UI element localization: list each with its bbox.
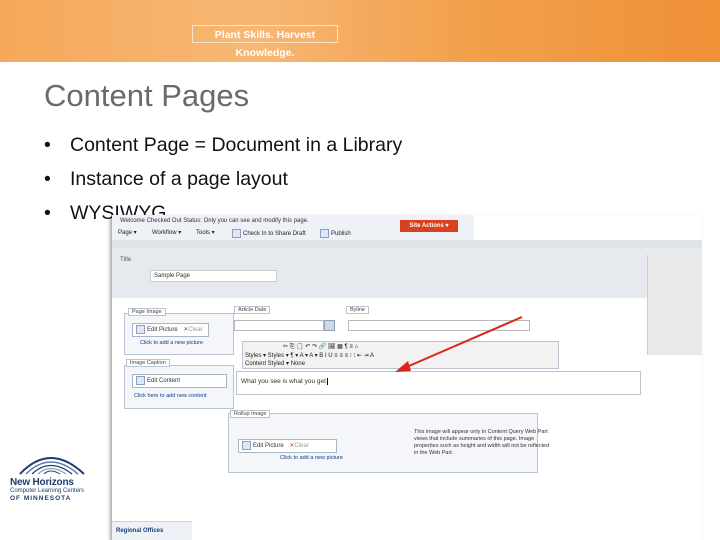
- bullet-item: Content Page = Document in a Library: [44, 133, 402, 167]
- tagline: Plant Skills. Harvest Knowledge.: [192, 25, 338, 59]
- bullet-item: Instance of a page layout: [44, 167, 402, 201]
- logo-name: New Horizons: [10, 477, 74, 488]
- logo-region: OF MINNESOTA: [10, 495, 72, 502]
- slide-title: Content Pages: [44, 78, 250, 113]
- header-banner: Plant Skills. Harvest Knowledge.: [0, 0, 720, 62]
- company-logo: New Horizons Computer Learning Centers O…: [10, 446, 94, 503]
- globe-logo-icon: [10, 446, 94, 476]
- logo-subtitle: Computer Learning Centers: [10, 488, 85, 494]
- red-arrow-icon: [395, 316, 523, 372]
- sharepoint-screenshot: Welcome Checked Out Status: Only you can…: [112, 215, 702, 540]
